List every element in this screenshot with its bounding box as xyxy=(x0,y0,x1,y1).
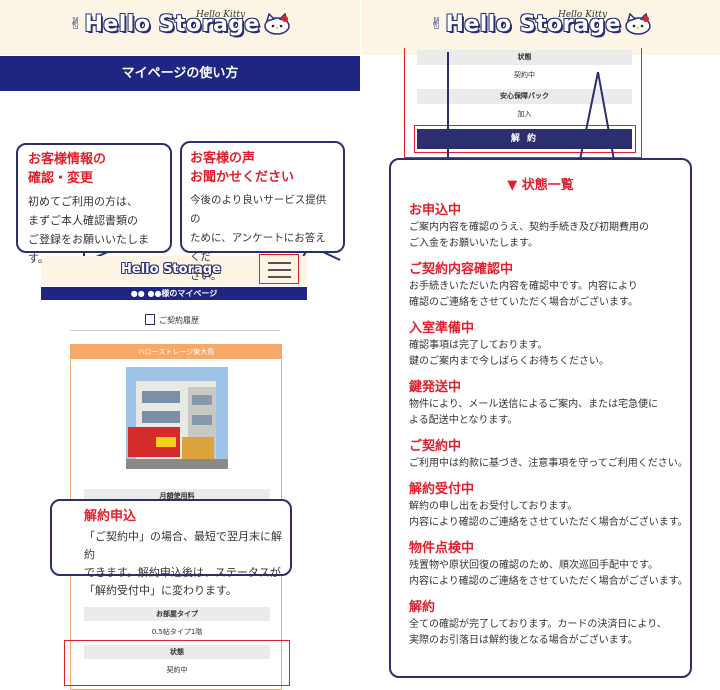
status-item: 物件点検中残置物や原状回復の確認のため、順次巡回手配中です。 内容により確認のご… xyxy=(409,540,690,590)
status-description: ご案内内容を確認のうえ、契約手続き及び初期費用の ご入金をお願いいたします。 xyxy=(409,222,649,249)
status-item: 解約受付中解約の申し出をお受付しております。 内容により確認のご連絡をさせていた… xyxy=(409,481,690,531)
status-description: 全ての確認が完了しております。カードの決済日により、 実際のお引落日は解約後とな… xyxy=(409,619,667,646)
status-name: 鍵発送中 xyxy=(409,380,462,395)
bubble-body: 初めてご利用の方は、 まずご本人確認書類のご登録をお願いいたします。 xyxy=(28,192,160,268)
status-description: ご利用中は約款に基づき、注意事項を守ってご利用ください。 xyxy=(409,458,688,469)
bubble-title-line: 確認・変更 xyxy=(28,171,94,186)
status-description: 解約の申し出をお受付しております。 内容により確認のご連絡をさせていただく場合が… xyxy=(409,501,688,528)
status-name: 解約 xyxy=(409,600,436,615)
status-description: お手続きいただいた内容を確認中です。内容により 確認のご連絡をさせていただく場合… xyxy=(409,281,638,308)
status-name: 物件点検中 xyxy=(409,541,475,556)
status-name: 解約受付中 xyxy=(409,482,475,497)
status-item: ご契約内容確認中お手続きいただいた内容を確認中です。内容により 確認のご連絡をさ… xyxy=(409,261,690,311)
status-description: 残置物や原状回復の確認のため、順次巡回手配中です。 内容により確認のご連絡をさせ… xyxy=(409,560,688,587)
cancel-request-bubble: 解約申込 「ご契約中」の場合、最短で翌月末に解約できます。解約申込後は、ステータ… xyxy=(50,499,292,597)
bubble-line: さい。 xyxy=(190,270,222,282)
status-list-panel: ▼ 状態一覧 お申込中ご案内内容を確認のうえ、契約手続き及び初期費用の ご入金を… xyxy=(389,158,692,678)
status-item: 入室準備中確認事項は完了しております。 鍵のご案内まで今しばらくお待ちください。 xyxy=(409,320,690,370)
bubble-title: 解約申込 xyxy=(84,509,137,524)
status-name: ご契約中 xyxy=(409,439,462,454)
bubble-line: 初めてご利用の方は、 xyxy=(28,195,138,208)
status-list-heading: ▼ 状態一覧 xyxy=(507,178,574,193)
contract-history-link[interactable]: ご契約履歴 xyxy=(145,314,199,326)
room-type-label: お部屋タイプ xyxy=(84,607,270,621)
bubble-body: 今後のより良いサービス提供の ために、アンケートにお答えください。 xyxy=(190,191,335,286)
bubble-line: 今後のより良いサービス提供の xyxy=(190,194,327,225)
bubble-title: お客様情報の 確認・変更 xyxy=(28,150,160,188)
bubble-line: できます。解約申込後は、ステータスが xyxy=(84,566,281,579)
contract-history-label: ご契約履歴 xyxy=(159,316,199,325)
status-highlight xyxy=(64,640,290,686)
customer-voice-bubble: お客様の声お聞かせください 今後のより良いサービス提供の ために、アンケートにお答… xyxy=(180,141,345,282)
right-pane: Hello Kitty ✌Hello Storage 状態 契約中 安心保障パッ… xyxy=(362,0,720,690)
divider xyxy=(70,330,280,331)
left-pane: Hello Kitty ✌Hello Storage マイページの使い方 Hel… xyxy=(0,0,360,690)
bubble-title-line: お客様の声 xyxy=(190,151,256,166)
room-type-value: 0.5帖タイプ1階 xyxy=(151,628,203,636)
bubble-line: ご登録をお願いいたします。 xyxy=(28,233,149,265)
status-description: 物件により、メール送信によるご案内、または宅急便に よる配送中となります。 xyxy=(409,399,659,426)
status-item: お申込中ご案内内容を確認のうえ、契約手続き及び初期費用の ご入金をお願いいたしま… xyxy=(409,202,690,252)
status-name: ご契約内容確認中 xyxy=(409,262,514,277)
card-title: ハローストレージ東大島 xyxy=(71,345,281,359)
bubble-title: お客様の声お聞かせください xyxy=(190,149,335,187)
customer-info-bubble: お客様情報の 確認・変更 初めてご利用の方は、 まずご本人確認書類のご登録をお願いい… xyxy=(16,143,172,265)
bubble-body: 「ご契約中」の場合、最短で翌月末に解約できます。解約申込後は、ステータスが 「解約… xyxy=(84,528,290,600)
status-item: 鍵発送中物件により、メール送信によるご案内、または宅急便に よる配送中となります… xyxy=(409,379,690,429)
bubble-line: ために、アンケートにお答えくだ xyxy=(190,232,326,263)
status-name: お申込中 xyxy=(409,203,462,218)
document-icon xyxy=(145,314,155,325)
status-item: ご契約中ご利用中は約款に基づき、注意事項を守ってご利用ください。 xyxy=(409,438,690,472)
status-description: 確認事項は完了しております。 鍵のご案内まで今しばらくお待ちください。 xyxy=(409,340,609,367)
mypage-bar: ●● ●●様のマイページ xyxy=(41,287,307,300)
status-item: 解約全ての確認が完了しております。カードの決済日により、 実際のお引落日は解約後… xyxy=(409,599,690,649)
status-name: 入室準備中 xyxy=(409,321,475,336)
bubble-line: 「ご契約中」の場合、最短で翌月末に解約 xyxy=(84,530,282,561)
bubble-title-line: お客様情報の xyxy=(28,152,107,167)
bubble-line: 「解約受付中」に変わります。 xyxy=(84,584,237,597)
bubble-line: まずご本人確認書類の xyxy=(28,214,138,227)
bubble-title-line: お聞かせください xyxy=(190,170,295,185)
storage-building-photo xyxy=(126,367,228,469)
